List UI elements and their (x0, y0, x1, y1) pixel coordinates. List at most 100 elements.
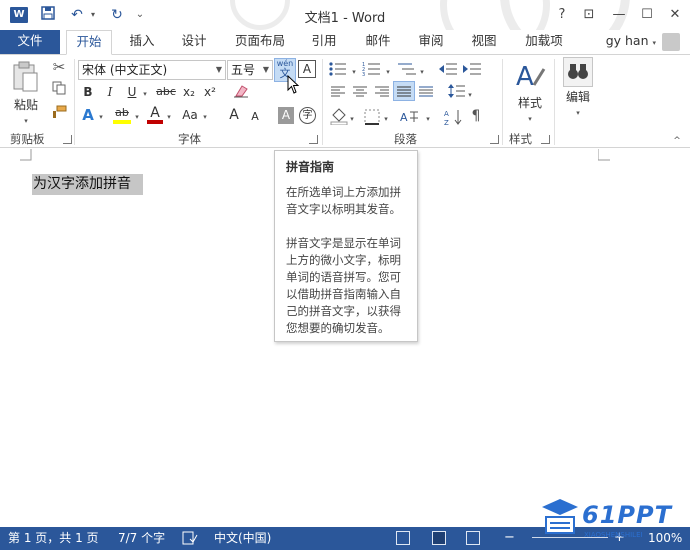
font-name-combo[interactable]: 宋体 (中文正文) ▼ (78, 60, 226, 80)
user-name[interactable]: gy han ▾ (606, 33, 656, 48)
proofing-icon[interactable] (182, 527, 198, 550)
print-layout-icon[interactable] (432, 531, 446, 545)
align-left-icon[interactable] (330, 85, 346, 99)
page-count[interactable]: 第 1 页，共 1 页 (8, 527, 99, 549)
tab-mailings[interactable]: 邮件 (358, 30, 398, 54)
mouse-cursor-icon (287, 75, 300, 94)
align-center-icon[interactable] (352, 85, 368, 99)
font-color-button[interactable]: A (146, 105, 164, 125)
strikethrough-button[interactable]: abc (154, 84, 178, 102)
tab-file[interactable]: 文件 (0, 30, 60, 54)
tooltip-description: 在所选单词上方添加拼 音文字以标明其发音。 拼音文字是显示在单词 上方的微小文字… (286, 184, 407, 337)
borders-dropdown-icon[interactable]: ▾ (382, 109, 390, 125)
tab-review[interactable]: 审阅 (411, 30, 451, 54)
tab-addins[interactable]: 加载项 (518, 30, 570, 54)
tooltip-line: 拼音文字是显示在单词 (286, 236, 401, 250)
collapse-ribbon-icon[interactable]: ^ (670, 133, 684, 146)
watermark-subtext: XIAOSHENSHILEI (584, 531, 643, 539)
text-effects-dropdown-icon[interactable]: ▾ (96, 107, 106, 127)
clear-formatting-icon[interactable] (232, 84, 250, 102)
shrink-font-button[interactable]: A (248, 109, 262, 127)
show-marks-icon[interactable]: ¶ (468, 108, 484, 126)
copy-icon[interactable] (48, 81, 70, 101)
read-mode-icon[interactable] (396, 531, 410, 545)
zoom-out-icon[interactable]: − (504, 527, 515, 549)
line-spacing-icon[interactable] (448, 83, 466, 99)
bullets-dropdown-icon[interactable]: ▾ (350, 62, 358, 78)
subscript-button[interactable]: x₂ (180, 84, 198, 102)
increase-indent-icon[interactable] (462, 61, 482, 77)
tab-home[interactable]: 开始 (66, 30, 112, 55)
bold-button[interactable]: B (80, 84, 96, 102)
font-name-value: 宋体 (中文正文) (82, 63, 168, 77)
numbering-icon[interactable]: 123 (362, 61, 384, 77)
watermark-text: 61PPT (582, 501, 672, 529)
close-button[interactable]: ✕ (664, 6, 686, 24)
grow-font-button[interactable]: A (226, 107, 242, 127)
sort-icon[interactable]: AZ (444, 108, 464, 126)
help-button[interactable]: ? (551, 6, 573, 24)
font-size-combo[interactable]: 五号 ▼ (227, 60, 273, 80)
web-layout-icon[interactable] (466, 531, 480, 545)
tab-page-layout[interactable]: 页面布局 (230, 30, 290, 54)
align-right-icon[interactable] (374, 85, 390, 99)
minimize-button[interactable]: — (608, 6, 630, 24)
underline-dropdown-icon[interactable]: ▾ (140, 84, 150, 102)
paragraph-launcher-icon[interactable] (490, 135, 499, 144)
highlight-button[interactable]: ab (112, 105, 132, 125)
shading-dropdown-icon[interactable]: ▾ (348, 109, 356, 125)
tooltip-line: 在所选单词上方添加拼 (286, 185, 401, 199)
styles-icon: A (516, 62, 546, 92)
italic-button[interactable]: I (102, 84, 118, 102)
line-spacing-dropdown-icon[interactable]: ▾ (466, 85, 474, 101)
ribbon-display-options-button[interactable]: ⊡ (578, 6, 600, 24)
editing-button[interactable]: 编辑 ▾ (558, 57, 598, 123)
word-count[interactable]: 7/7 个字 (118, 527, 165, 549)
numbering-dropdown-icon[interactable]: ▾ (384, 62, 392, 78)
font-color-dropdown-icon[interactable]: ▾ (164, 107, 174, 127)
paste-icon (13, 61, 38, 92)
styles-launcher-icon[interactable] (541, 135, 550, 144)
cut-icon[interactable]: ✂ (48, 59, 70, 79)
shading-bucket-icon[interactable] (330, 107, 348, 125)
avatar[interactable] (662, 33, 680, 51)
text-effects-button[interactable]: A (80, 107, 96, 127)
svg-text:A: A (444, 110, 449, 118)
clipboard-launcher-icon[interactable] (63, 135, 72, 144)
group-divider (554, 59, 555, 145)
format-painter-icon[interactable] (48, 105, 70, 125)
find-binoculars-icon (563, 57, 593, 87)
highlight-dropdown-icon[interactable]: ▾ (132, 107, 142, 127)
multilevel-list-icon[interactable] (396, 61, 418, 77)
change-case-button[interactable]: Aa (180, 107, 200, 127)
bullets-icon[interactable] (328, 61, 350, 77)
justify-button[interactable] (393, 81, 415, 101)
tab-insert[interactable]: 插入 (122, 30, 162, 54)
underline-button[interactable]: U (124, 84, 140, 102)
enclose-characters-button[interactable]: 字 (299, 107, 316, 124)
language-indicator[interactable]: 中文(中国) (214, 527, 271, 549)
distributed-icon[interactable] (418, 85, 434, 99)
font-launcher-icon[interactable] (309, 135, 318, 144)
multilevel-dropdown-icon[interactable]: ▾ (418, 62, 426, 78)
chinese-layout-dropdown-icon[interactable]: ▾ (424, 109, 432, 125)
tooltip-title: 拼音指南 (286, 160, 335, 174)
tab-references[interactable]: 引用 (304, 30, 344, 54)
word-window: W ↶ ▾ ↻ ⌄ 文档1 - Word ? ⊡ — ☐ ✕ 文件 开始 插入 … (0, 0, 690, 550)
character-shading-button[interactable]: A (278, 107, 294, 124)
styles-group-label: 样式 (509, 132, 532, 146)
paragraph-group-label: 段落 (394, 132, 417, 146)
borders-icon[interactable] (364, 109, 380, 125)
styles-label: 样式 (517, 96, 542, 110)
change-case-dropdown-icon[interactable]: ▾ (200, 107, 210, 127)
styles-button[interactable]: A 样式 ▾ (510, 59, 550, 125)
paste-button[interactable]: 粘贴 ▾ (8, 61, 44, 125)
chinese-layout-icon[interactable]: A (400, 108, 422, 126)
tab-view[interactable]: 视图 (464, 30, 504, 54)
superscript-button[interactable]: x² (201, 84, 219, 102)
tab-design[interactable]: 设计 (174, 30, 214, 54)
selected-text[interactable]: 为汉字添加拼音 (32, 174, 143, 195)
maximize-button[interactable]: ☐ (636, 6, 658, 24)
decrease-indent-icon[interactable] (438, 61, 458, 77)
paste-label: 粘贴 (13, 98, 38, 112)
